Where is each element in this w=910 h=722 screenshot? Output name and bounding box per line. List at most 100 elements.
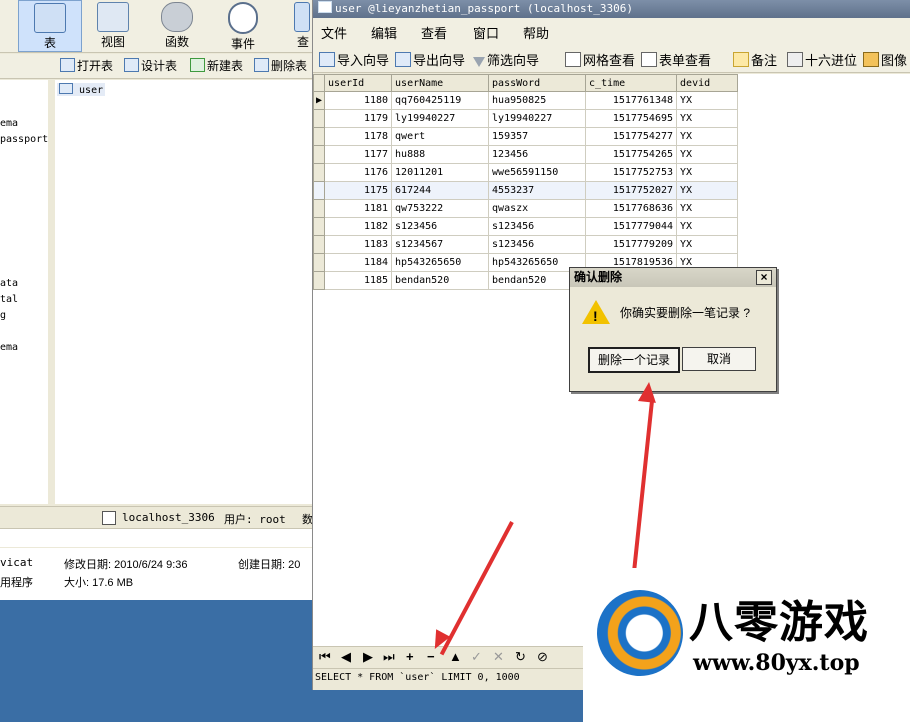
cell-devid[interactable]: YX	[676, 235, 739, 254]
table-row[interactable]: ▶ 1180 qq760425119 hua950825 1517761348 YX	[312, 91, 739, 110]
cell-username[interactable]: qq760425119	[391, 91, 490, 110]
row-selector[interactable]	[312, 217, 326, 236]
row-selector[interactable]	[312, 271, 326, 290]
cell-password[interactable]: hua950825	[488, 91, 587, 110]
menu-file[interactable]: 文件	[321, 23, 347, 42]
filter-wizard-button[interactable]: 筛选向导	[473, 50, 539, 69]
row-selector[interactable]	[312, 253, 326, 272]
object-item-user[interactable]: user	[57, 83, 106, 96]
cell-username[interactable]: 617244	[391, 181, 490, 200]
cell-userid[interactable]: 1184	[324, 253, 393, 272]
cell-userid[interactable]: 1175	[324, 181, 393, 200]
row-selector[interactable]: ▶	[312, 91, 326, 110]
cell-devid[interactable]: YX	[676, 199, 739, 218]
tree-item[interactable]: tal	[0, 294, 18, 305]
cell-password[interactable]: 4553237	[488, 181, 587, 200]
row-selector[interactable]	[312, 145, 326, 164]
table-row[interactable]: 1178 qwert 159357 1517754277 YX	[312, 127, 739, 146]
cell-password[interactable]: s123456	[488, 217, 587, 236]
dialog-titlebar[interactable]: 确认删除 ×	[570, 268, 776, 287]
hex-button[interactable]: 十六进位	[787, 50, 857, 69]
cell-userid[interactable]: 1180	[324, 91, 393, 110]
row-selector[interactable]	[312, 181, 326, 200]
refresh-icon[interactable]: ↻	[515, 649, 526, 665]
tree-item[interactable]: ata	[0, 278, 18, 289]
cell-userid[interactable]: 1177	[324, 145, 393, 164]
cancel-button[interactable]: 取消	[682, 347, 756, 371]
last-record-icon[interactable]: ⏭	[383, 649, 395, 665]
table-row[interactable]: 1177 hu888 123456 1517754265 YX	[312, 145, 739, 164]
delete-table-button[interactable]: 删除表	[254, 57, 307, 75]
first-record-icon[interactable]: ⏮	[319, 649, 331, 665]
cell-username[interactable]: hp543265650	[391, 253, 490, 272]
apply-changes-icon[interactable]: ✓	[471, 649, 482, 665]
cell-password[interactable]: 123456	[488, 145, 587, 164]
column-header-password[interactable]: passWord	[488, 74, 587, 92]
cell-devid[interactable]: YX	[676, 127, 739, 146]
tree-item[interactable]: passport	[0, 134, 48, 145]
menu-window[interactable]: 窗口	[473, 23, 499, 42]
cell-username[interactable]: qw753222	[391, 199, 490, 218]
table-row[interactable]: 1175 617244 4553237 1517752027 YX	[312, 181, 739, 200]
cell-devid[interactable]: YX	[676, 217, 739, 236]
cell-devid[interactable]: YX	[676, 91, 739, 110]
row-selector[interactable]	[312, 127, 326, 146]
table-row[interactable]: 1183 s1234567 s123456 1517779209 YX	[312, 235, 739, 254]
views-button[interactable]: 视图	[82, 0, 144, 50]
table-row[interactable]: 1176 12011201 wwe56591150 1517752753 YX	[312, 163, 739, 182]
add-record-icon[interactable]: +	[406, 649, 414, 664]
form-view-button[interactable]: 表单查看	[641, 50, 711, 69]
delete-record-icon[interactable]: −	[427, 649, 435, 664]
pane-splitter[interactable]	[48, 80, 55, 504]
tree-item[interactable]: g	[0, 310, 6, 321]
image-button[interactable]: 图像	[863, 50, 907, 69]
row-selector[interactable]	[312, 199, 326, 218]
menu-view[interactable]: 查看	[421, 23, 447, 42]
export-wizard-button[interactable]: 导出向导	[395, 50, 465, 69]
stop-icon[interactable]: ⊘	[537, 649, 548, 665]
row-selector[interactable]	[312, 163, 326, 182]
cell-userid[interactable]: 1179	[324, 109, 393, 128]
cell-username[interactable]: bendan520	[391, 271, 490, 290]
cell-ctime[interactable]: 1517754277	[585, 127, 678, 146]
cell-ctime[interactable]: 1517752753	[585, 163, 678, 182]
cell-devid[interactable]: YX	[676, 109, 739, 128]
close-icon[interactable]: ×	[756, 270, 772, 285]
cell-username[interactable]: qwert	[391, 127, 490, 146]
cell-username[interactable]: ly19940227	[391, 109, 490, 128]
cell-ctime[interactable]: 1517779209	[585, 235, 678, 254]
grid-view-button[interactable]: 网格查看	[565, 50, 635, 69]
cell-password[interactable]: wwe56591150	[488, 163, 587, 182]
column-header-ctime[interactable]: c_time	[585, 74, 678, 92]
discard-changes-icon[interactable]: ✕	[493, 649, 504, 665]
cell-ctime[interactable]: 1517768636	[585, 199, 678, 218]
cell-password[interactable]: ly19940227	[488, 109, 587, 128]
cell-userid[interactable]: 1182	[324, 217, 393, 236]
cell-username[interactable]: s1234567	[391, 235, 490, 254]
menu-edit[interactable]: 编辑	[371, 23, 397, 42]
delete-record-confirm-button[interactable]: 删除一个记录	[588, 347, 680, 373]
tree-item[interactable]: ema	[0, 342, 18, 353]
table-row[interactable]: 1179 ly19940227 ly19940227 1517754695 YX	[312, 109, 739, 128]
cell-password[interactable]: qwaszx	[488, 199, 587, 218]
cell-ctime[interactable]: 1517761348	[585, 91, 678, 110]
cell-ctime[interactable]: 1517754695	[585, 109, 678, 128]
edit-record-icon[interactable]: ▲	[449, 649, 462, 664]
cell-ctime[interactable]: 1517779044	[585, 217, 678, 236]
new-table-button[interactable]: 新建表	[190, 57, 243, 75]
import-wizard-button[interactable]: 导入向导	[319, 50, 389, 69]
prev-record-icon[interactable]: ◀	[341, 649, 351, 665]
cell-ctime[interactable]: 1517754265	[585, 145, 678, 164]
column-header-userid[interactable]: userId	[324, 74, 393, 92]
events-button[interactable]: 事件	[212, 0, 274, 51]
next-record-icon[interactable]: ▶	[363, 649, 373, 665]
table-row[interactable]: 1182 s123456 s123456 1517779044 YX	[312, 217, 739, 236]
cell-username[interactable]: 12011201	[391, 163, 490, 182]
cell-userid[interactable]: 1185	[324, 271, 393, 290]
tree-item[interactable]: ema	[0, 118, 18, 129]
tables-button[interactable]: 表	[18, 0, 82, 52]
cell-devid[interactable]: YX	[676, 163, 739, 182]
design-table-button[interactable]: 设计表	[124, 57, 177, 75]
column-header-username[interactable]: userName	[391, 74, 490, 92]
cell-userid[interactable]: 1176	[324, 163, 393, 182]
